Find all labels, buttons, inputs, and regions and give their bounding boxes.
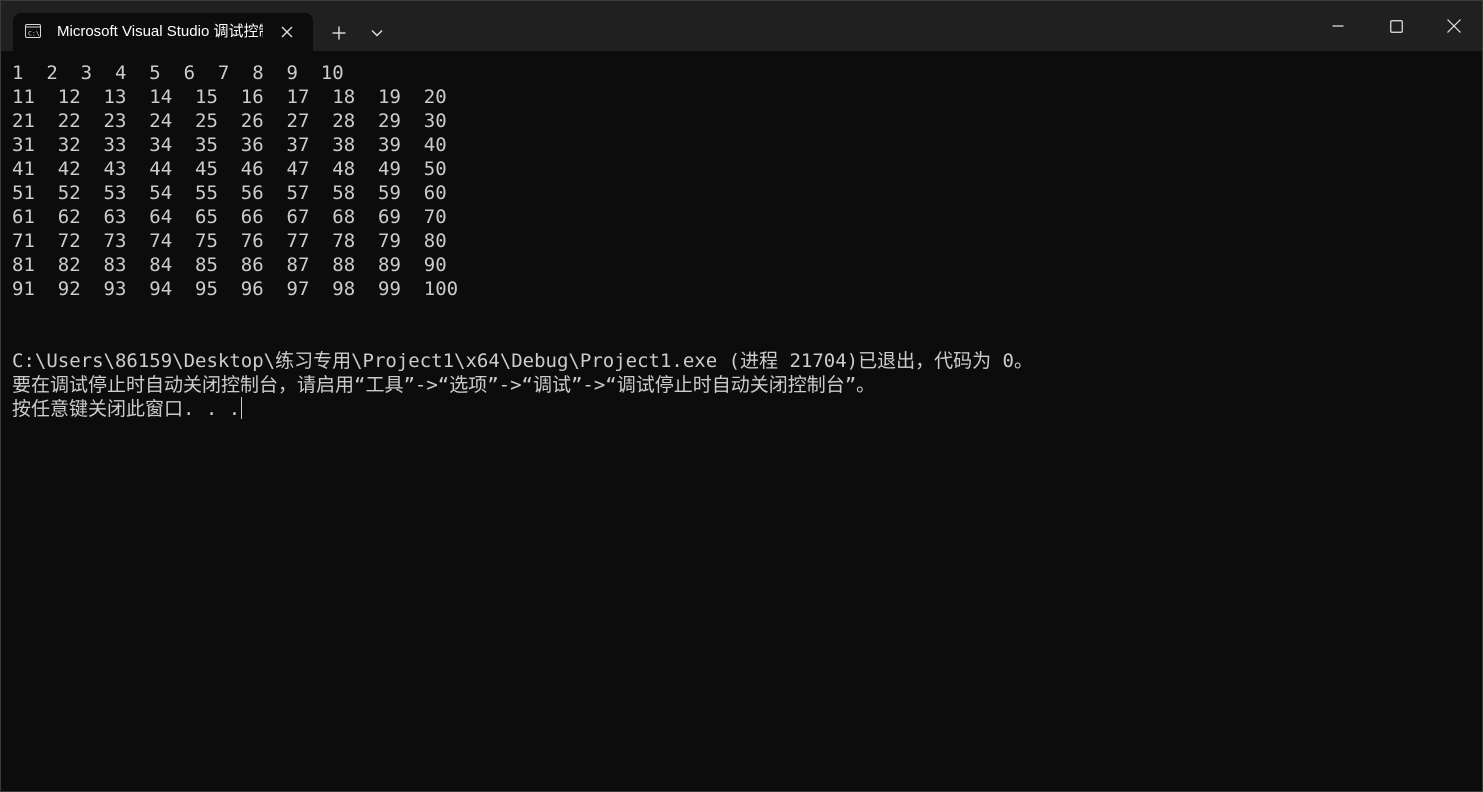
terminal-window: C:\ Microsoft Visual Studio 调试控制台 (0, 0, 1483, 792)
console-line: 11 12 13 14 15 16 17 18 19 20 (12, 86, 447, 108)
close-window-button[interactable] (1425, 1, 1483, 51)
minimize-button[interactable] (1309, 1, 1367, 51)
plus-icon (332, 26, 346, 40)
chevron-down-icon (371, 30, 383, 37)
maximize-button[interactable] (1367, 1, 1425, 51)
tab-title: Microsoft Visual Studio 调试控制台 (57, 23, 263, 40)
exit-message-line: C:\Users\86159\Desktop\练习专用\Project1\x64… (12, 350, 1033, 372)
title-bar[interactable]: C:\ Microsoft Visual Studio 调试控制台 (1, 1, 1482, 51)
maximize-icon (1389, 19, 1403, 33)
new-tab-button[interactable] (327, 21, 351, 45)
console-line: 21 22 23 24 25 26 27 28 29 30 (12, 110, 447, 132)
terminal-icon: C:\ (25, 23, 41, 39)
console-line: 71 72 73 74 75 76 77 78 79 80 (12, 230, 447, 252)
hint-message-line: 要在调试停止时自动关闭控制台，请启用“工具”->“选项”->“调试”->“调试停… (12, 374, 876, 396)
prompt-line: 按任意键关闭此窗口. . . (12, 397, 1472, 421)
console-line: 61 62 63 64 65 66 67 68 69 70 (12, 206, 447, 228)
console-line: 81 82 83 84 85 86 87 88 89 90 (12, 254, 447, 276)
console-line: 31 32 33 34 35 36 37 38 39 40 (12, 134, 447, 156)
text-cursor (241, 397, 243, 419)
minimize-icon (1332, 25, 1344, 27)
tab-debug-console[interactable]: C:\ Microsoft Visual Studio 调试控制台 (13, 13, 313, 51)
console-line: 41 42 43 44 45 46 47 48 49 50 (12, 158, 447, 180)
close-icon (281, 26, 293, 38)
console-line: 91 92 93 94 95 96 97 98 99 100 (12, 278, 459, 300)
console-output[interactable]: 1 2 3 4 5 6 7 8 9 10 11 12 13 14 15 16 1… (12, 61, 1472, 781)
console-line: 51 52 53 54 55 56 57 58 59 60 (12, 182, 447, 204)
prompt-text: 按任意键关闭此窗口. . . (12, 398, 241, 420)
console-line: 1 2 3 4 5 6 7 8 9 10 (12, 62, 344, 84)
tab-dropdown-button[interactable] (365, 21, 389, 45)
close-tab-button[interactable] (277, 22, 297, 42)
close-icon (1447, 19, 1461, 33)
svg-text:C:\: C:\ (28, 30, 40, 38)
